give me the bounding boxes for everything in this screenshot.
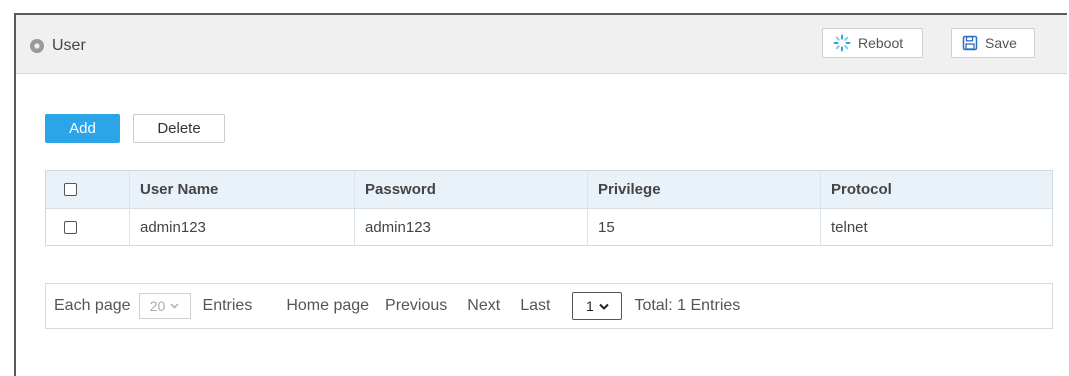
delete-button[interactable]: Delete: [133, 114, 225, 143]
chevron-down-icon: [599, 303, 609, 310]
reboot-label: Reboot: [858, 35, 904, 51]
page-number-value: 1: [586, 298, 594, 314]
save-button[interactable]: Save: [951, 28, 1035, 58]
last-page-link[interactable]: Last: [520, 297, 550, 315]
total-entries-label: Total: 1 Entries: [634, 297, 741, 314]
row-checkbox-cell: [46, 209, 130, 245]
column-header-protocol[interactable]: Protocol: [821, 171, 1052, 208]
chevron-down-icon: [170, 303, 179, 309]
add-button[interactable]: Add: [45, 114, 120, 143]
pagination-bar: Each page 20 Entries Home page Previous …: [45, 283, 1053, 329]
page-number-select[interactable]: 1: [572, 292, 623, 320]
save-label: Save: [985, 35, 1017, 51]
page-title: User: [52, 37, 86, 54]
table-header-row: User Name Password Privilege Protocol: [46, 171, 1052, 209]
table-row[interactable]: admin123 admin123 15 telnet: [46, 209, 1052, 245]
cell-user-name: admin123: [130, 209, 355, 245]
page-size-select[interactable]: 20: [138, 293, 191, 319]
column-header-password[interactable]: Password: [355, 171, 588, 208]
header-checkbox-cell: [46, 171, 130, 208]
column-header-privilege[interactable]: Privilege: [588, 171, 821, 208]
page-size-value: 20: [149, 298, 166, 314]
select-all-checkbox[interactable]: [64, 183, 77, 196]
column-header-user-name[interactable]: User Name: [130, 171, 355, 208]
cell-password: admin123: [355, 209, 588, 245]
each-page-label: Each page: [54, 297, 131, 314]
cell-protocol: telnet: [831, 218, 868, 236]
floppy-disk-icon: [962, 35, 978, 51]
circle-dot-icon: [30, 39, 44, 53]
cell-privilege: 15: [588, 209, 821, 245]
next-page-link[interactable]: Next: [467, 297, 500, 315]
user-table: User Name Password Privilege Protocol ad…: [45, 170, 1053, 246]
row-checkbox[interactable]: [64, 220, 77, 234]
reboot-button[interactable]: Reboot: [822, 28, 923, 58]
panel-header: User Reboot Save: [16, 15, 1067, 74]
spinner-icon: [833, 34, 851, 52]
entries-label: Entries: [202, 297, 253, 314]
home-page-link[interactable]: Home page: [286, 297, 369, 315]
user-panel: User Reboot Save Add Delete User Name Pa…: [14, 13, 1067, 376]
previous-page-link[interactable]: Previous: [385, 297, 447, 315]
